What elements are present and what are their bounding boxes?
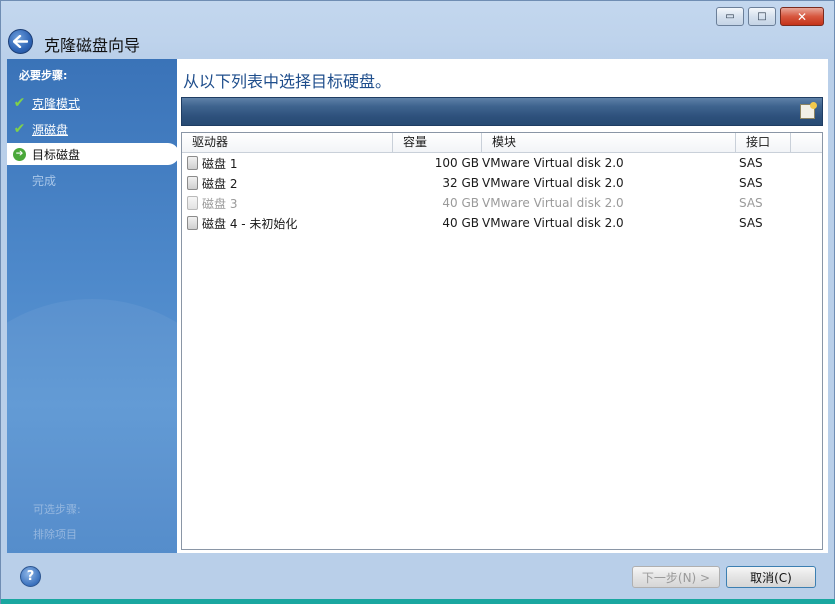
interface-cell: SAS bbox=[739, 176, 763, 190]
check-icon: ✔ bbox=[13, 121, 26, 137]
minimize-button[interactable]: ▭ bbox=[716, 7, 744, 26]
drive-name: 磁盘 2 bbox=[202, 176, 238, 191]
drive-name: 磁盘 3 bbox=[202, 196, 238, 211]
exclude-items-step: 排除项目 bbox=[33, 528, 77, 541]
step-label: 克隆模式 bbox=[32, 96, 81, 111]
hard-disk-icon bbox=[187, 176, 198, 190]
step-finish: 完成 bbox=[7, 169, 177, 191]
step-clone-mode[interactable]: ✔ 克隆模式 bbox=[7, 92, 177, 114]
list-toolbar bbox=[181, 97, 823, 126]
interface-cell: SAS bbox=[739, 216, 763, 230]
drive-name: 磁盘 4 - 未初始化 bbox=[202, 216, 298, 231]
close-button[interactable]: ✕ bbox=[780, 7, 824, 26]
back-arrow-icon bbox=[13, 35, 28, 48]
maximize-button[interactable]: □ bbox=[748, 7, 776, 26]
cancel-button[interactable]: 取消(C) bbox=[726, 566, 816, 588]
step-source-disk[interactable]: ✔ 源磁盘 bbox=[7, 118, 177, 140]
capacity-cell: 100 GB bbox=[434, 156, 479, 170]
window-title: 克隆磁盘向导 bbox=[44, 36, 141, 55]
table-row[interactable]: 磁盘 4 - 未初始化 40 GB VMware Virtual disk 2.… bbox=[182, 213, 822, 233]
table-row: 磁盘 3 40 GB VMware Virtual disk 2.0 SAS bbox=[182, 193, 822, 213]
table-row[interactable]: 磁盘 1 100 GB VMware Virtual disk 2.0 SAS bbox=[182, 153, 822, 173]
wizard-window: ▭ □ ✕ 克隆磁盘向导 必要步骤: ✔ 克隆模式 ✔ 源磁盘 ➔ 目标磁盘 完… bbox=[0, 0, 835, 604]
drive-cell: 磁盘 1 bbox=[182, 155, 393, 172]
step-target-disk[interactable]: ➔ 目标磁盘 bbox=[7, 143, 177, 165]
interface-cell: SAS bbox=[739, 156, 763, 170]
column-settings-icon[interactable] bbox=[800, 102, 817, 119]
window-controls: ▭ □ ✕ bbox=[716, 7, 824, 26]
column-header-capacity[interactable]: 容量 bbox=[393, 133, 482, 152]
optional-steps-header: 可选步骤: bbox=[33, 503, 81, 516]
content-panel: 从以下列表中选择目标硬盘。 驱动器 容量 模块 接口 磁盘 1 100 GB V… bbox=[177, 59, 828, 553]
model-cell: VMware Virtual disk 2.0 bbox=[482, 196, 624, 210]
help-button[interactable]: ? bbox=[20, 566, 41, 587]
taskbar-edge bbox=[1, 599, 835, 604]
hard-disk-icon bbox=[187, 156, 198, 170]
back-button[interactable] bbox=[8, 29, 33, 54]
capacity-cell: 32 GB bbox=[442, 176, 479, 190]
wizard-steps-sidebar: 必要步骤: ✔ 克隆模式 ✔ 源磁盘 ➔ 目标磁盘 完成 可选步骤: 排除项目 bbox=[7, 59, 177, 553]
check-icon: ✔ bbox=[13, 95, 26, 111]
drive-cell: 磁盘 3 bbox=[182, 195, 393, 212]
drive-cell: 磁盘 2 bbox=[182, 175, 393, 192]
title-bar[interactable]: ▭ □ ✕ 克隆磁盘向导 bbox=[1, 1, 834, 59]
drive-name: 磁盘 1 bbox=[202, 156, 238, 171]
instruction-text: 从以下列表中选择目标硬盘。 bbox=[183, 72, 392, 91]
capacity-cell: 40 GB bbox=[442, 216, 479, 230]
interface-cell: SAS bbox=[739, 196, 763, 210]
arrow-right-icon: ➔ bbox=[13, 147, 26, 161]
column-header-filler bbox=[791, 133, 822, 152]
step-label: 目标磁盘 bbox=[32, 147, 81, 162]
capacity-cell: 40 GB bbox=[442, 196, 479, 210]
disk-list-header: 驱动器 容量 模块 接口 bbox=[182, 133, 822, 153]
required-steps-header: 必要步骤: bbox=[19, 69, 68, 82]
table-row[interactable]: 磁盘 2 32 GB VMware Virtual disk 2.0 SAS bbox=[182, 173, 822, 193]
hard-disk-icon bbox=[187, 196, 198, 210]
column-header-model[interactable]: 模块 bbox=[482, 133, 736, 152]
next-button[interactable]: 下一步(N) > bbox=[632, 566, 720, 588]
disk-list: 驱动器 容量 模块 接口 磁盘 1 100 GB VMware Virtual … bbox=[181, 132, 823, 550]
step-label: 源磁盘 bbox=[32, 122, 69, 137]
column-header-interface[interactable]: 接口 bbox=[736, 133, 791, 152]
hard-disk-icon bbox=[187, 216, 198, 230]
model-cell: VMware Virtual disk 2.0 bbox=[482, 176, 624, 190]
model-cell: VMware Virtual disk 2.0 bbox=[482, 156, 624, 170]
drive-cell: 磁盘 4 - 未初始化 bbox=[182, 215, 393, 232]
column-header-drive[interactable]: 驱动器 bbox=[182, 133, 393, 152]
model-cell: VMware Virtual disk 2.0 bbox=[482, 216, 624, 230]
step-label: 完成 bbox=[32, 173, 57, 188]
